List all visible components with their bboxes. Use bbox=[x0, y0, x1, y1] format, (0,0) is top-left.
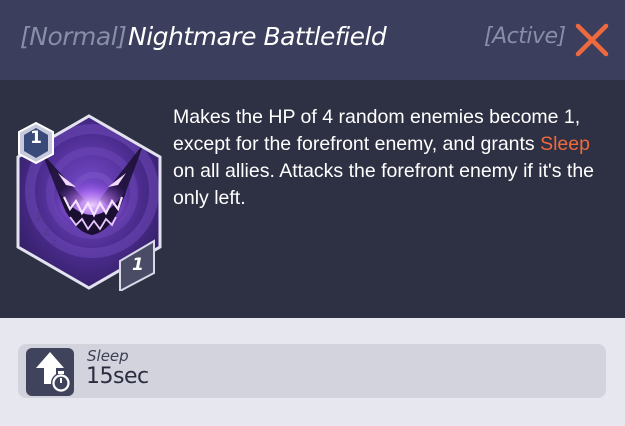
svg-text:Z: Z bbox=[52, 239, 57, 247]
effect-icon-box bbox=[26, 348, 74, 396]
tooltip-header: [Normal] Nightmare Battlefield [Active] bbox=[0, 0, 625, 81]
description-text-2: on all allies. Attacks the forefront ene… bbox=[173, 160, 595, 209]
tooltip-body: Z Z Z 1 1 Makes the HP of 4 random enemi… bbox=[0, 80, 625, 318]
svg-text:Z: Z bbox=[44, 228, 50, 237]
skill-title: Nightmare Battlefield bbox=[128, 22, 387, 51]
rarity-label: [Normal] bbox=[20, 22, 127, 51]
close-icon bbox=[575, 23, 609, 57]
effect-name: Sleep bbox=[87, 347, 129, 365]
card-cost: 1 bbox=[132, 255, 144, 275]
skill-description: Makes the HP of 4 random enemies become … bbox=[173, 104, 613, 212]
level-badge: 1 bbox=[30, 128, 42, 148]
tooltip-footer: Sleep 15sec bbox=[0, 318, 625, 426]
skill-card[interactable]: Z Z Z 1 1 bbox=[14, 113, 164, 293]
sleep-keyword: Sleep bbox=[540, 133, 590, 155]
status-label: [Active] bbox=[484, 24, 566, 49]
buff-up-timer-icon bbox=[36, 352, 71, 393]
skill-tooltip-panel: [Normal] Nightmare Battlefield [Active] bbox=[0, 0, 625, 426]
status-effect-row: Sleep 15sec bbox=[18, 344, 606, 398]
description-text-1: Makes the HP of 4 random enemies become … bbox=[173, 106, 581, 155]
close-button[interactable] bbox=[572, 20, 612, 60]
svg-text:Z: Z bbox=[36, 213, 43, 224]
effect-duration: 15sec bbox=[86, 364, 149, 389]
